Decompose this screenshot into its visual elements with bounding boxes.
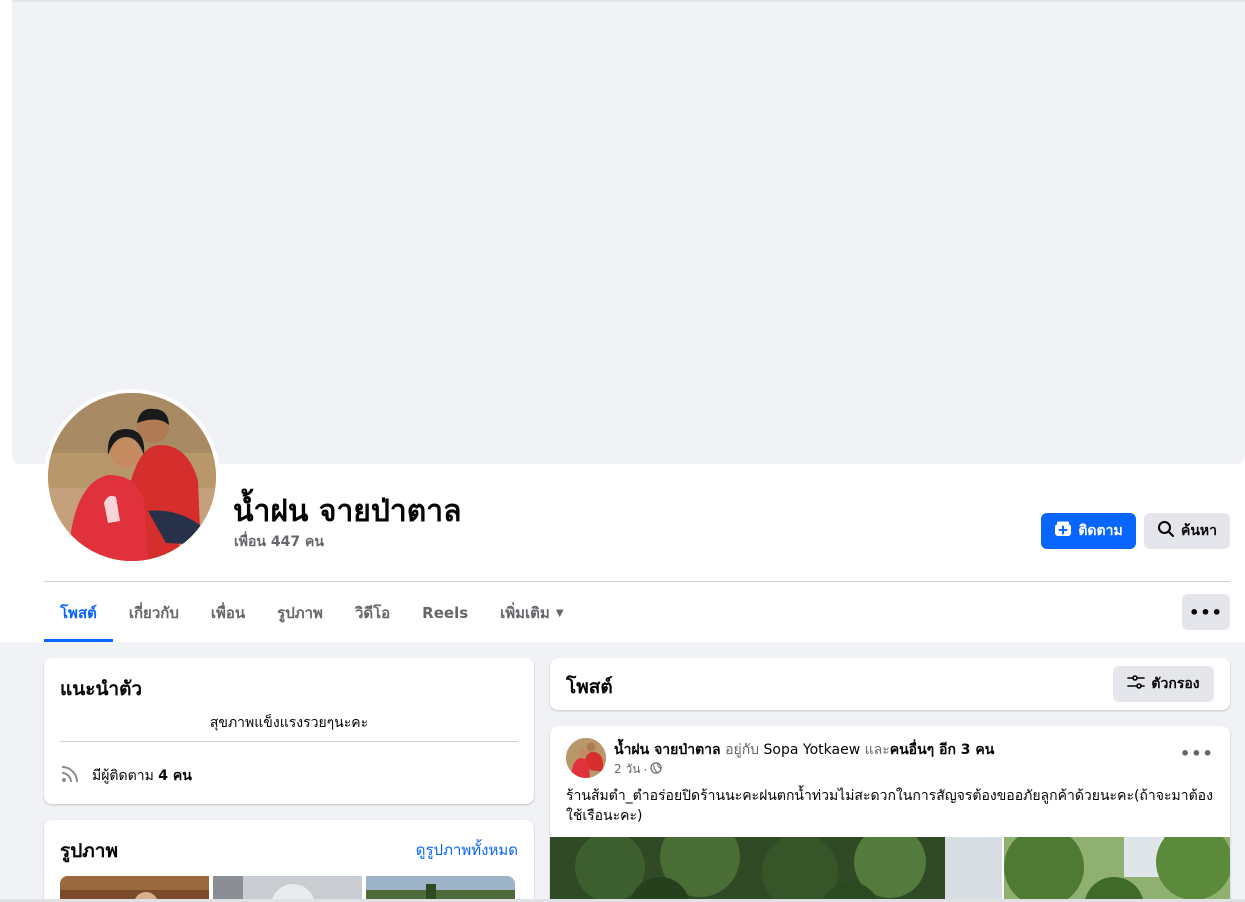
post-tagged-user[interactable]: Sopa Yotkaew bbox=[764, 742, 861, 758]
posts-title: โพสต์ bbox=[566, 676, 613, 698]
follow-button[interactable]: ติดตาม bbox=[1041, 513, 1136, 549]
post-author-avatar[interactable] bbox=[566, 738, 606, 778]
tab-posts-label: โพสต์ bbox=[60, 604, 97, 622]
post-meta-separator: · bbox=[643, 762, 648, 777]
search-button[interactable]: ค้นหา bbox=[1144, 513, 1230, 549]
followers-prefix: มีผู้ติดตาม bbox=[92, 768, 154, 784]
see-all-photos-link[interactable]: ดูรูปภาพทั้งหมด bbox=[416, 838, 518, 862]
photos-title: รูปภาพ bbox=[60, 840, 118, 862]
post-time[interactable]: 2 วัน bbox=[614, 760, 640, 779]
intro-divider bbox=[60, 741, 518, 742]
friends-count[interactable]: เพื่อน 447 คน bbox=[234, 531, 324, 553]
tab-more-label: เพิ่มเติม bbox=[500, 604, 550, 622]
post-image[interactable] bbox=[1004, 837, 1230, 902]
header-divider bbox=[44, 581, 1230, 582]
tab-videos[interactable]: วิดีโอ bbox=[339, 584, 406, 642]
post-others-link[interactable]: คนอื่นๆ อีก 3 คน bbox=[890, 742, 995, 758]
filter-button-label: ตัวกรอง bbox=[1151, 676, 1200, 692]
post-with-text: อยู่กับ bbox=[725, 742, 760, 758]
post-image[interactable] bbox=[550, 837, 1002, 902]
intro-title: แนะนำตัว bbox=[60, 678, 143, 700]
tab-photos[interactable]: รูปภาพ bbox=[261, 584, 339, 642]
follow-button-label: ติดตาม bbox=[1078, 523, 1123, 539]
rss-feed-icon bbox=[60, 764, 80, 788]
posts-header-card: โพสต์ ตัวกรอง bbox=[550, 658, 1230, 710]
tab-reels[interactable]: Reels bbox=[406, 584, 484, 642]
cover-photo[interactable] bbox=[12, 2, 1245, 464]
globe-icon bbox=[650, 762, 662, 777]
tab-reels-label: Reels bbox=[422, 604, 469, 622]
tab-posts[interactable]: โพสต์ bbox=[44, 584, 113, 642]
intro-card: แนะนำตัว สุขภาพแข็งแรงรวยๆนะคะ มีผู้ติดต… bbox=[44, 658, 534, 804]
post-text: ร้านส้มตำ_ตำอร่อยปิดร้านนะคะฝนตกน้ำท่วมไ… bbox=[566, 788, 1213, 824]
post-options-button[interactable]: ••• bbox=[1180, 744, 1214, 763]
add-friend-icon bbox=[1054, 520, 1072, 542]
caret-down-icon: ▼ bbox=[555, 607, 564, 619]
profile-avatar[interactable] bbox=[48, 393, 216, 561]
left-strip bbox=[0, 0, 12, 464]
tab-friends[interactable]: เพื่อน bbox=[195, 584, 261, 642]
intro-bio: สุขภาพแข็งแรงรวยๆนะคะ bbox=[209, 715, 369, 731]
post-and-text: และ bbox=[864, 742, 890, 758]
profile-tabs: โพสต์ เกี่ยวกับ เพื่อน รูปภาพ วิดีโอ Ree… bbox=[44, 584, 580, 642]
tab-about[interactable]: เกี่ยวกับ bbox=[113, 584, 195, 642]
post-card: น้ำฝน จายป่าตาล อยู่กับ Sopa Yotkaew และ… bbox=[550, 726, 1230, 902]
post-header-line: น้ำฝน จายป่าตาล อยู่กับ Sopa Yotkaew และ… bbox=[614, 739, 994, 761]
search-icon bbox=[1157, 520, 1175, 542]
profile-name: น้ำฝน จายป่าตาล bbox=[233, 494, 462, 529]
post-meta: 2 วัน · bbox=[614, 760, 662, 779]
tab-about-label: เกี่ยวกับ bbox=[128, 604, 179, 622]
tab-videos-label: วิดีโอ bbox=[354, 604, 391, 622]
tab-friends-label: เพื่อน bbox=[210, 604, 246, 622]
more-options-button[interactable]: ••• bbox=[1182, 594, 1230, 630]
search-button-label: ค้นหา bbox=[1180, 523, 1218, 539]
tab-more[interactable]: เพิ่มเติม ▼ bbox=[484, 584, 579, 642]
filter-button[interactable]: ตัวกรอง bbox=[1113, 666, 1214, 702]
post-author-name[interactable]: น้ำฝน จายป่าตาล bbox=[614, 742, 721, 758]
photos-card: รูปภาพ ดูรูปภาพทั้งหมด bbox=[44, 820, 534, 902]
sliders-icon bbox=[1127, 674, 1146, 694]
tab-photos-label: รูปภาพ bbox=[277, 604, 323, 622]
followers-count[interactable]: 4 คน bbox=[158, 768, 192, 784]
followers-row[interactable]: มีผู้ติดตาม 4 คน bbox=[60, 764, 192, 788]
